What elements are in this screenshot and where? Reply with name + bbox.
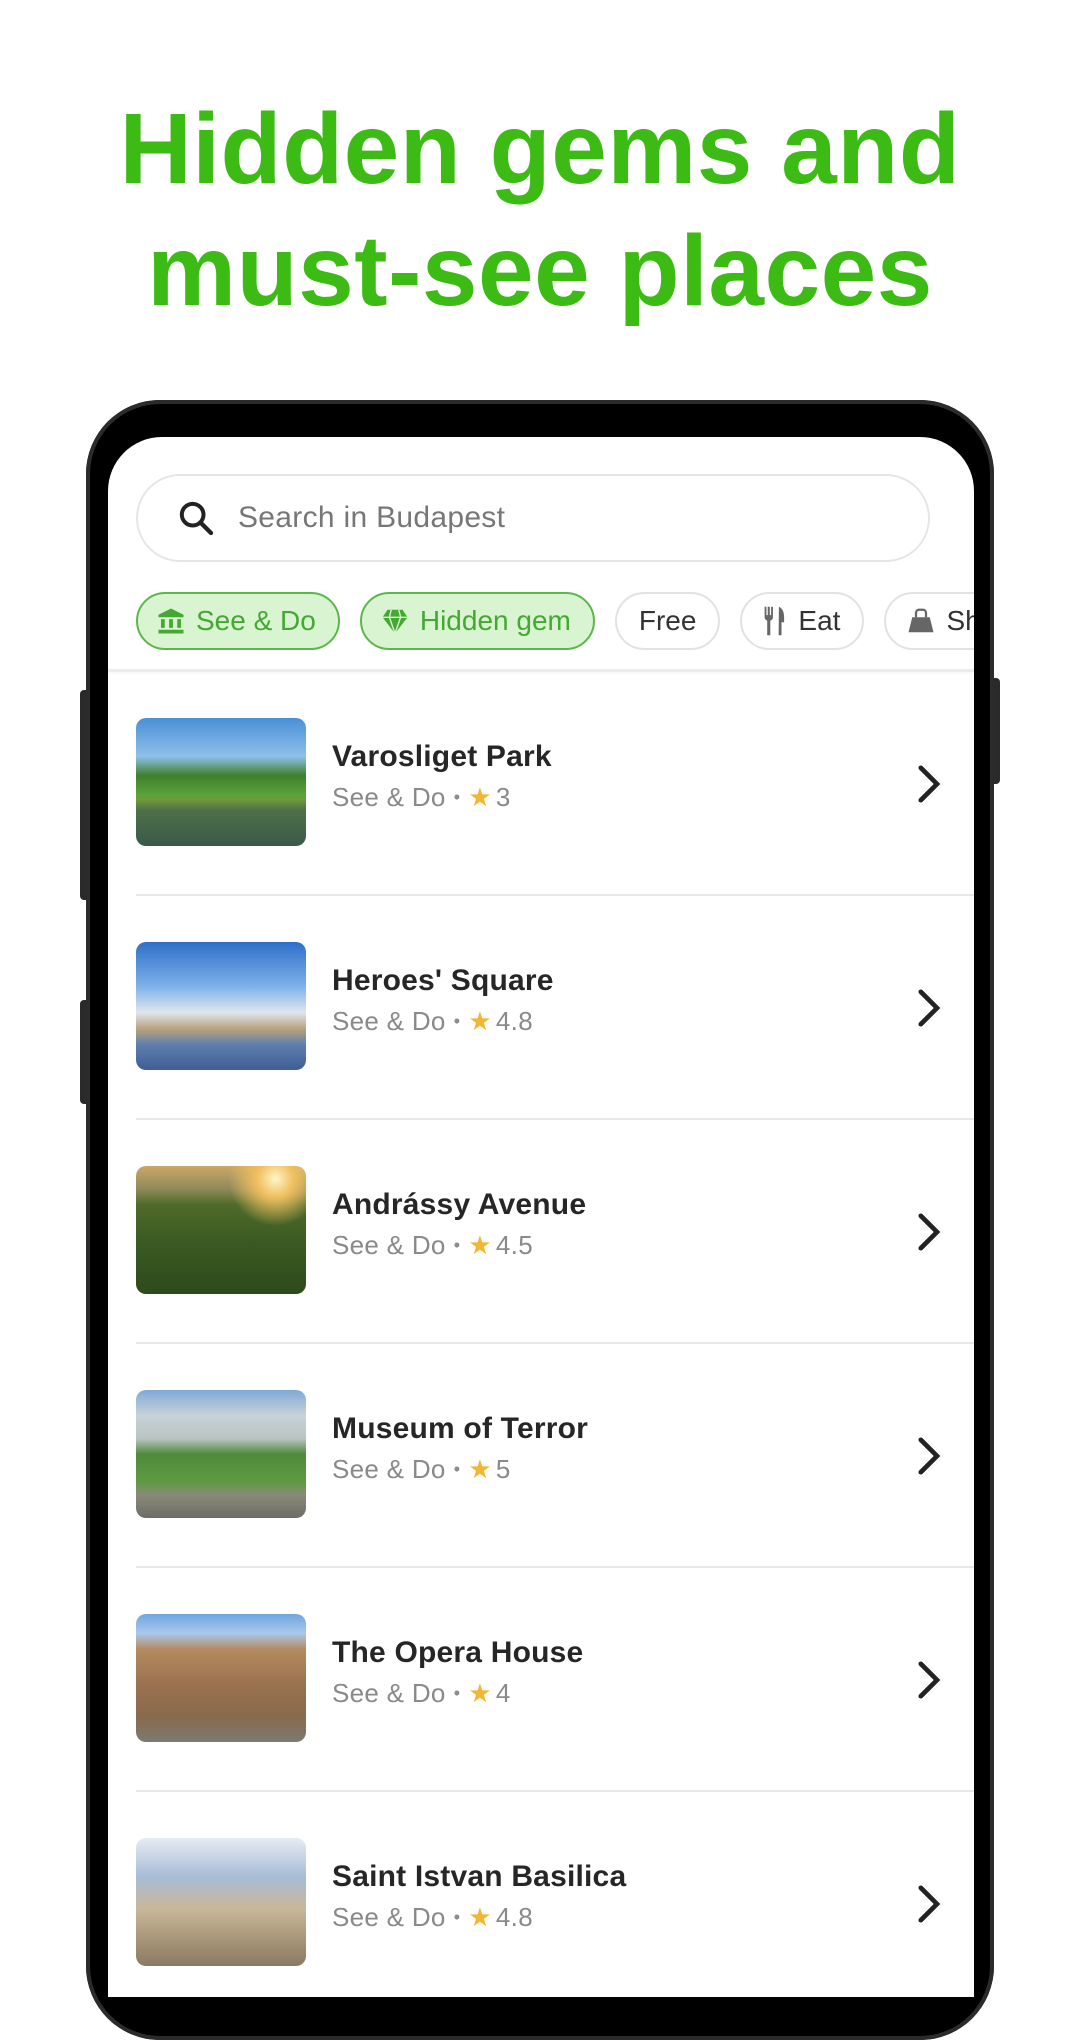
- place-meta: See & Do • ★ 3: [332, 782, 511, 813]
- star-icon: ★: [468, 1902, 492, 1932]
- place-title: Andrássy Avenue: [332, 1188, 587, 1221]
- chip-free[interactable]: Free: [614, 592, 721, 650]
- place-title: Heroes' Square: [332, 964, 554, 997]
- chevron-right-icon: [918, 765, 941, 803]
- headline-line-2: must-see places: [147, 215, 933, 327]
- chevron-right-icon: [918, 1437, 941, 1475]
- place-meta: See & Do • ★ 4.8: [332, 1902, 533, 1933]
- separator-dot: •: [453, 1459, 461, 1479]
- place-row-heroes-square[interactable]: Heroes' Square See & Do • ★ 4.8: [108, 896, 974, 1120]
- place-row-opera-house[interactable]: The Opera House See & Do • ★ 4: [108, 1568, 974, 1792]
- separator-dot: •: [453, 1011, 461, 1031]
- search-bar[interactable]: Search in Budapest: [136, 474, 930, 562]
- place-meta: See & Do • ★ 4.5: [332, 1230, 533, 1261]
- place-category: See & Do: [332, 1454, 446, 1484]
- place-row-museum-of-terror[interactable]: Museum of Terror See & Do • ★ 5: [108, 1344, 974, 1568]
- chip-hidden-gem[interactable]: Hidden gem: [359, 592, 595, 650]
- place-category: See & Do: [332, 782, 446, 812]
- place-thumbnail: [136, 1390, 306, 1518]
- place-rating: 5: [495, 1454, 511, 1484]
- place-rating: 4.8: [495, 1006, 533, 1036]
- place-title: Saint Istvan Basilica: [332, 1860, 627, 1893]
- chip-label: Free: [638, 605, 697, 636]
- place-title: Museum of Terror: [332, 1412, 589, 1445]
- museum-icon: [156, 606, 186, 636]
- star-icon: ★: [468, 782, 492, 812]
- headline-line-1: Hidden gems and: [119, 93, 961, 205]
- separator-dot: •: [453, 1907, 461, 1927]
- place-rating: 4: [495, 1678, 511, 1708]
- star-icon: ★: [468, 1678, 492, 1708]
- place-rating: 4.5: [495, 1230, 533, 1260]
- chip-label: Eat: [798, 605, 841, 636]
- place-row-andrassy-avenue[interactable]: Andrássy Avenue See & Do • ★ 4.5: [108, 1120, 974, 1344]
- chip-eat[interactable]: Eat: [740, 592, 865, 650]
- search-icon: [179, 501, 214, 536]
- chip-label: See & Do: [196, 605, 316, 636]
- place-row-varosliget-park[interactable]: Varosliget Park See & Do • ★ 3: [108, 672, 974, 896]
- star-icon: ★: [468, 1006, 492, 1036]
- places-list: Varosliget Park See & Do • ★ 3 Heroes' S…: [108, 672, 974, 1997]
- place-title: Varosliget Park: [332, 740, 552, 773]
- place-row-saint-istvan-basilica[interactable]: Saint Istvan Basilica See & Do • ★ 4.8: [108, 1792, 974, 1997]
- chip-shopping[interactable]: Sh: [884, 592, 974, 650]
- place-rating: 4.8: [495, 1902, 533, 1932]
- separator-dot: •: [453, 1235, 461, 1255]
- place-category: See & Do: [332, 1230, 446, 1260]
- place-meta: See & Do • ★ 4: [332, 1678, 511, 1709]
- star-icon: ★: [468, 1454, 492, 1484]
- chip-see-and-do[interactable]: See & Do: [136, 592, 340, 650]
- chevron-right-icon: [918, 989, 941, 1027]
- separator-dot: •: [453, 1683, 461, 1703]
- shopping-bag-icon: [906, 607, 936, 635]
- place-title: The Opera House: [332, 1636, 584, 1669]
- chip-label: Sh: [946, 605, 974, 636]
- fork-knife-icon: [762, 605, 788, 637]
- place-thumbnail: [136, 1614, 306, 1742]
- place-category: See & Do: [332, 1678, 446, 1708]
- filter-chips: See & Do Hidden gem Free Eat Sh: [136, 592, 974, 652]
- place-thumbnail: [136, 942, 306, 1070]
- headline: Hidden gems and must-see places: [0, 88, 1080, 332]
- chevron-right-icon: [918, 1661, 941, 1699]
- diamond-icon: [380, 606, 410, 636]
- place-thumbnail: [136, 718, 306, 846]
- chevron-right-icon: [918, 1213, 941, 1251]
- place-rating: 3: [495, 782, 511, 812]
- search-input[interactable]: Search in Budapest: [238, 501, 505, 535]
- place-category: See & Do: [332, 1006, 446, 1036]
- place-meta: See & Do • ★ 5: [332, 1454, 511, 1485]
- chip-label: Hidden gem: [419, 605, 571, 636]
- separator-dot: •: [453, 787, 461, 807]
- place-thumbnail: [136, 1166, 306, 1294]
- place-thumbnail: [136, 1838, 306, 1966]
- phone-screen: Search in Budapest See & Do Hidden gem F…: [108, 437, 974, 1997]
- place-category: See & Do: [332, 1902, 446, 1932]
- chevron-right-icon: [918, 1885, 941, 1923]
- place-meta: See & Do • ★ 4.8: [332, 1006, 533, 1037]
- star-icon: ★: [468, 1230, 492, 1260]
